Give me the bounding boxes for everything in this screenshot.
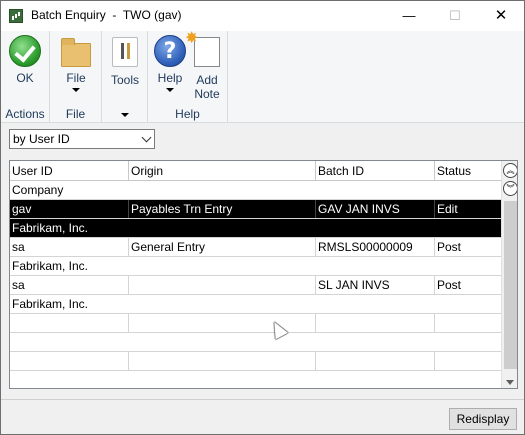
grid-header: User ID Origin Batch ID Status: [10, 161, 501, 181]
help-question-icon: ?: [154, 35, 186, 67]
table-row[interactable]: sa SL JAN INVS Post: [10, 276, 501, 295]
ribbon-group-label-file: File: [65, 107, 86, 121]
cell-empty[interactable]: [435, 352, 501, 370]
app-icon: [9, 9, 23, 23]
tools-button-label: Tools: [110, 73, 139, 87]
ribbon-group-actions: OK Actions: [1, 31, 50, 123]
help-button[interactable]: ? Help: [152, 35, 188, 92]
sub-header-company: Company: [10, 181, 501, 200]
table-row[interactable]: gav Payables Trn Entry GAV JAN INVS Edit: [10, 200, 501, 219]
tools-icon: [112, 37, 138, 67]
ribbon-group-help: ? Help Add Note Help: [148, 28, 228, 123]
cell-user-id[interactable]: sa: [10, 276, 129, 294]
title-bar: Batch Enquiry - TWO (gav) — ☐ ✕: [1, 1, 524, 31]
cell-status[interactable]: Post: [435, 238, 501, 256]
folder-icon: [61, 38, 91, 67]
ribbon-group-file: File File: [50, 31, 102, 123]
cell-company[interactable]: Fabrikam, Inc.: [10, 295, 501, 314]
sort-by-dropdown[interactable]: by User ID: [9, 129, 155, 149]
cell-empty[interactable]: [129, 352, 316, 370]
sort-by-value: by User ID: [13, 132, 70, 146]
cell-empty[interactable]: [10, 314, 129, 332]
batch-grid: User ID Origin Batch ID Status Company g…: [9, 160, 518, 389]
column-header-user-id[interactable]: User ID: [10, 161, 129, 181]
ok-checkmark-icon: [9, 35, 41, 67]
batch-enquiry-window: Batch Enquiry - TWO (gav) — ☐ ✕ OK Actio…: [0, 0, 525, 435]
cell-status[interactable]: Edit: [435, 200, 501, 218]
cell-empty[interactable]: [435, 314, 501, 332]
vertical-scrollbar[interactable]: ︽ ︾: [501, 161, 517, 388]
ribbon: OK Actions File File Tools ? Help ✸ Add …: [1, 28, 524, 123]
file-button[interactable]: File: [56, 35, 96, 92]
cell-status[interactable]: Post: [435, 276, 501, 294]
tools-group-expand-icon[interactable]: [121, 113, 129, 117]
cell-origin[interactable]: [129, 276, 316, 294]
chevron-down-icon: [166, 88, 174, 92]
collapse-rows-icon[interactable]: ︽: [503, 163, 517, 178]
subrow-empty[interactable]: [10, 333, 501, 352]
cell-empty[interactable]: [316, 352, 435, 370]
cell-empty[interactable]: [129, 314, 316, 332]
cell-user-id[interactable]: gav: [10, 200, 129, 218]
add-note-button[interactable]: Add Note: [185, 28, 224, 101]
chevron-down-icon: [72, 88, 80, 92]
chevron-down-icon: [141, 132, 152, 143]
cell-origin[interactable]: Payables Trn Entry: [129, 200, 316, 218]
cell-company[interactable]: Fabrikam, Inc.: [10, 257, 501, 276]
window-title: Batch Enquiry - TWO (gav): [31, 8, 182, 22]
cell-company[interactable]: Fabrikam, Inc.: [10, 219, 501, 238]
column-header-batch-id[interactable]: Batch ID: [316, 161, 435, 181]
ok-button-label: OK: [16, 71, 34, 85]
maximize-button[interactable]: ☐: [432, 1, 478, 31]
close-button[interactable]: ✕: [478, 1, 524, 31]
help-button-label: Help: [157, 71, 183, 85]
add-note-label-line2: Note: [194, 87, 220, 101]
cell-user-id[interactable]: sa: [10, 238, 129, 256]
add-note-label-line1: Add: [196, 73, 218, 87]
tools-button[interactable]: Tools: [105, 35, 145, 87]
ribbon-group-tools: Tools: [102, 31, 148, 123]
cell-batch-id[interactable]: GAV JAN INVS: [316, 200, 435, 218]
cell-batch-id[interactable]: RMSLS00000009: [316, 238, 435, 256]
scrollbar-thumb[interactable]: [504, 201, 517, 369]
scroll-down-arrow-icon[interactable]: [506, 380, 514, 385]
cell-batch-id[interactable]: SL JAN INVS: [316, 276, 435, 294]
redisplay-button[interactable]: Redisplay: [449, 408, 517, 430]
ok-button[interactable]: OK: [5, 35, 45, 85]
expand-rows-icon[interactable]: ︾: [503, 181, 517, 196]
add-note-icon: [185, 28, 220, 67]
column-header-origin[interactable]: Origin: [129, 161, 316, 181]
ribbon-group-label-actions: Actions: [5, 107, 45, 121]
cell-empty[interactable]: [10, 352, 129, 370]
table-row-empty[interactable]: [10, 352, 501, 371]
footer-divider: [1, 399, 524, 400]
table-row[interactable]: sa General Entry RMSLS00000009 Post: [10, 238, 501, 257]
cell-empty[interactable]: [316, 314, 435, 332]
file-button-label: File: [66, 71, 86, 85]
table-row-empty[interactable]: [10, 314, 501, 333]
cell-origin[interactable]: General Entry: [129, 238, 316, 256]
minimize-button[interactable]: —: [386, 1, 432, 31]
ribbon-group-label-help: Help: [175, 107, 200, 121]
column-header-status[interactable]: Status: [435, 161, 501, 181]
